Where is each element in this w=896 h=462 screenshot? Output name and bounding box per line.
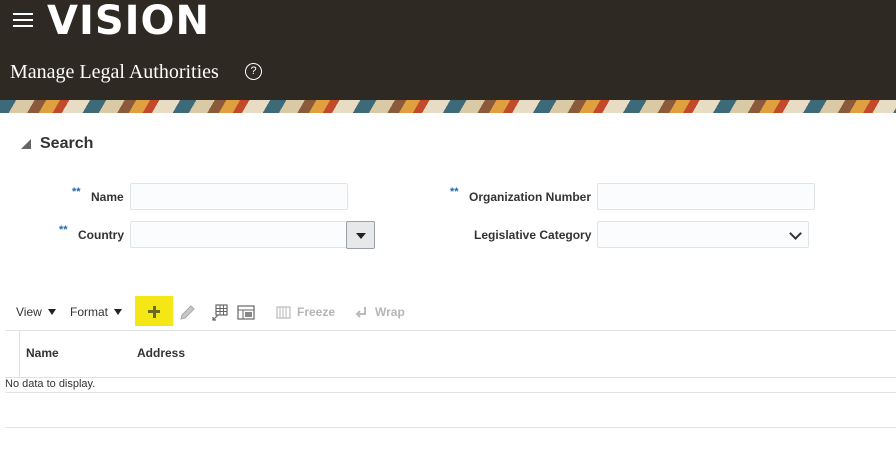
org-number-required-marker: ** <box>450 186 459 198</box>
freeze-icon <box>276 305 291 319</box>
disclosure-triangle-icon <box>21 139 31 149</box>
page-title: Manage Legal Authorities <box>10 61 219 83</box>
column-header-name[interactable]: Name <box>26 346 59 360</box>
name-label: Name <box>91 190 124 204</box>
organization-number-input[interactable] <box>597 183 815 210</box>
view-menu-arrow-icon <box>47 309 56 315</box>
empty-table-message: No data to display. <box>5 378 96 390</box>
row-header-separator <box>19 331 20 378</box>
decorative-banner <box>0 100 896 113</box>
query-by-example-icon[interactable] <box>237 305 255 320</box>
add-button[interactable] <box>135 296 173 326</box>
name-required-marker: ** <box>72 186 81 198</box>
detach-icon[interactable] <box>211 303 229 323</box>
dropdown-arrow-icon <box>356 233 366 239</box>
table-bottom-border <box>5 427 896 428</box>
legislative-category-select[interactable] <box>597 221 809 248</box>
column-header-address[interactable]: Address <box>137 346 185 360</box>
country-required-marker: ** <box>59 224 68 236</box>
wrap-icon <box>355 306 366 318</box>
freeze-button[interactable]: Freeze <box>276 305 335 319</box>
wrap-button[interactable]: Wrap <box>355 305 405 319</box>
add-icon-stroke <box>152 305 156 318</box>
hamburger-menu-icon[interactable] <box>13 13 33 27</box>
format-menu-label: Format <box>70 305 109 319</box>
global-header: VISION Manage Legal Authorities ? <box>0 0 896 100</box>
country-dropdown-button[interactable] <box>346 221 375 249</box>
format-menu-arrow-icon <box>114 309 123 315</box>
app-logo[interactable]: VISION <box>47 0 210 44</box>
help-icon[interactable]: ? <box>245 63 262 80</box>
freeze-label: Freeze <box>297 305 336 319</box>
wrap-label: Wrap <box>375 305 405 319</box>
edit-icon[interactable] <box>178 303 198 323</box>
legislative-category-label: Legislative Category <box>474 228 592 242</box>
country-input[interactable] <box>130 221 347 248</box>
table-top-border <box>5 330 896 331</box>
table-header-border <box>5 377 896 378</box>
search-section-title: Search <box>40 135 94 152</box>
view-menu-label: View <box>16 305 42 319</box>
search-disclosure[interactable]: Search <box>21 135 93 153</box>
name-input[interactable] <box>130 183 348 210</box>
organization-number-label: Organization Number <box>469 190 592 204</box>
country-label: Country <box>78 228 124 242</box>
view-menu[interactable]: View <box>16 305 56 319</box>
format-menu[interactable]: Format <box>70 305 123 319</box>
table-row-border <box>5 392 896 393</box>
